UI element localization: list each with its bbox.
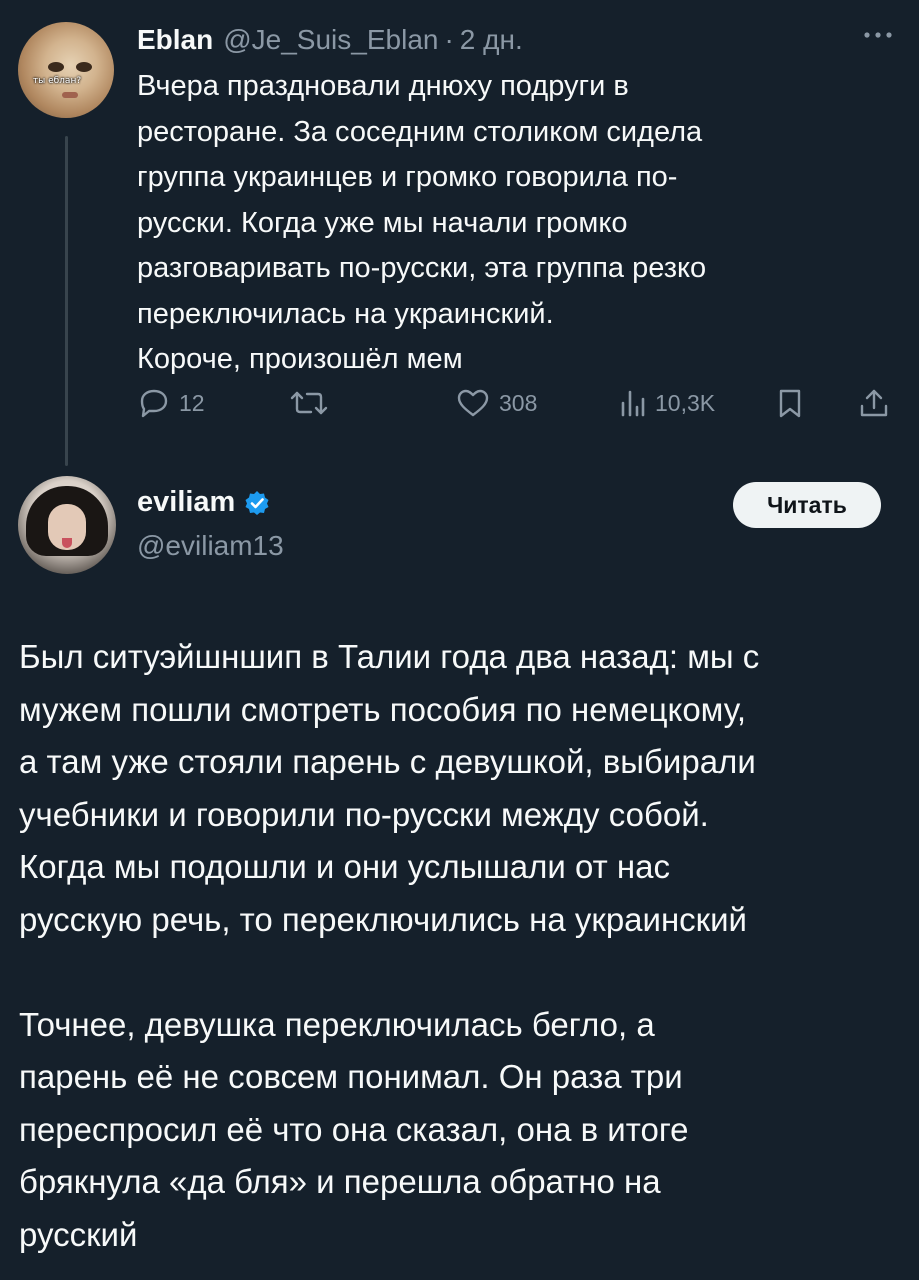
- thread-line: [65, 136, 68, 466]
- tweet-text-line: Короче, произошёл мем: [137, 343, 463, 375]
- avatar[interactable]: [18, 476, 116, 574]
- tweet-text-line: ресторане. За соседним столиком сидела: [137, 115, 703, 148]
- reply-count: 12: [179, 389, 205, 416]
- like-count: 308: [499, 389, 538, 416]
- tweet-text-line: группа украинцев и громко говорила по-: [137, 161, 678, 193]
- tweet-text-line: разговаривать по-русски, эта группа резк…: [137, 252, 707, 284]
- tweet-actions: 12 308 10,3K: [137, 381, 897, 425]
- tweet-text: Вчера праздновали днюху подруги в рестор…: [137, 64, 897, 383]
- avatar-tongue: [62, 538, 72, 548]
- tweet-text-line: мужем пошли смотреть пособия по немецком…: [19, 690, 747, 728]
- author-name[interactable]: Eblan: [137, 24, 213, 56]
- tweet-text-line: Вчера праздновали днюху подруги в: [137, 70, 629, 102]
- tweet-text-line: переключилась на украинский.: [137, 297, 554, 330]
- retweet-button[interactable]: [289, 381, 329, 425]
- tweet-text-line: Точнее, девушка переключилась бегло, а: [19, 1005, 655, 1043]
- views-icon: [621, 390, 645, 417]
- more-options-icon[interactable]: [858, 20, 898, 50]
- separator: ·: [444, 24, 454, 55]
- reply-icon: [140, 389, 168, 418]
- like-button[interactable]: 308: [455, 381, 537, 425]
- tweet-time[interactable]: 2 дн.: [460, 24, 523, 56]
- verified-badge-icon: [243, 489, 271, 517]
- tweet-text-line: переспросил её что она сказал, она в ито…: [19, 1110, 689, 1148]
- tweet-text: Был ситуэйшншип в Талии года два назад: …: [19, 631, 904, 1261]
- tweet-text-line: русскую речь, то переключились на украин…: [19, 900, 747, 938]
- avatar-mouth: [62, 92, 78, 98]
- avatar[interactable]: ты еблан?: [18, 22, 114, 118]
- tweet-text-line: русски. Когда уже мы начали громко: [137, 206, 628, 239]
- author-name[interactable]: eviliam: [137, 486, 235, 519]
- tweet-text-line: Был ситуэйшншип в Талии года два назад: …: [19, 638, 760, 675]
- author-handle[interactable]: @Je_Suis_Eblan: [223, 24, 438, 56]
- reply-button[interactable]: 12: [137, 381, 205, 425]
- share-button[interactable]: [857, 381, 891, 425]
- author-name-row: eviliam: [137, 486, 271, 519]
- tweet-text-line: а там уже стояли парень с девушкой, выби…: [19, 743, 756, 780]
- tweet-text-line: учебники и говорили по-русски между собо…: [19, 795, 709, 833]
- author-handle[interactable]: @eviliam13: [137, 530, 284, 562]
- tweet-header: Eblan @Je_Suis_Eblan · 2 дн.: [137, 20, 523, 60]
- heart-icon: [457, 389, 489, 417]
- avatar-caption: ты еблан?: [32, 76, 82, 86]
- follow-button[interactable]: Читать: [733, 482, 881, 528]
- bookmark-button[interactable]: [775, 381, 805, 425]
- tweet-text-line: парень её не совсем понимал. Он раза три: [19, 1058, 683, 1095]
- avatar-eye: [48, 62, 64, 72]
- avatar-eye: [76, 62, 92, 72]
- views-count: 10,3K: [655, 389, 716, 416]
- tweet-text-line: русский: [19, 1215, 138, 1253]
- tweet-text-line: Когда мы подошли и они услышали от нас: [19, 848, 670, 885]
- views-button[interactable]: 10,3K: [617, 381, 715, 425]
- tweet-text-line: брякнула «да бля» и перешла обратно на: [19, 1163, 661, 1200]
- retweet-icon: [290, 391, 328, 415]
- bookmark-icon: [779, 389, 801, 418]
- share-icon: [860, 389, 888, 417]
